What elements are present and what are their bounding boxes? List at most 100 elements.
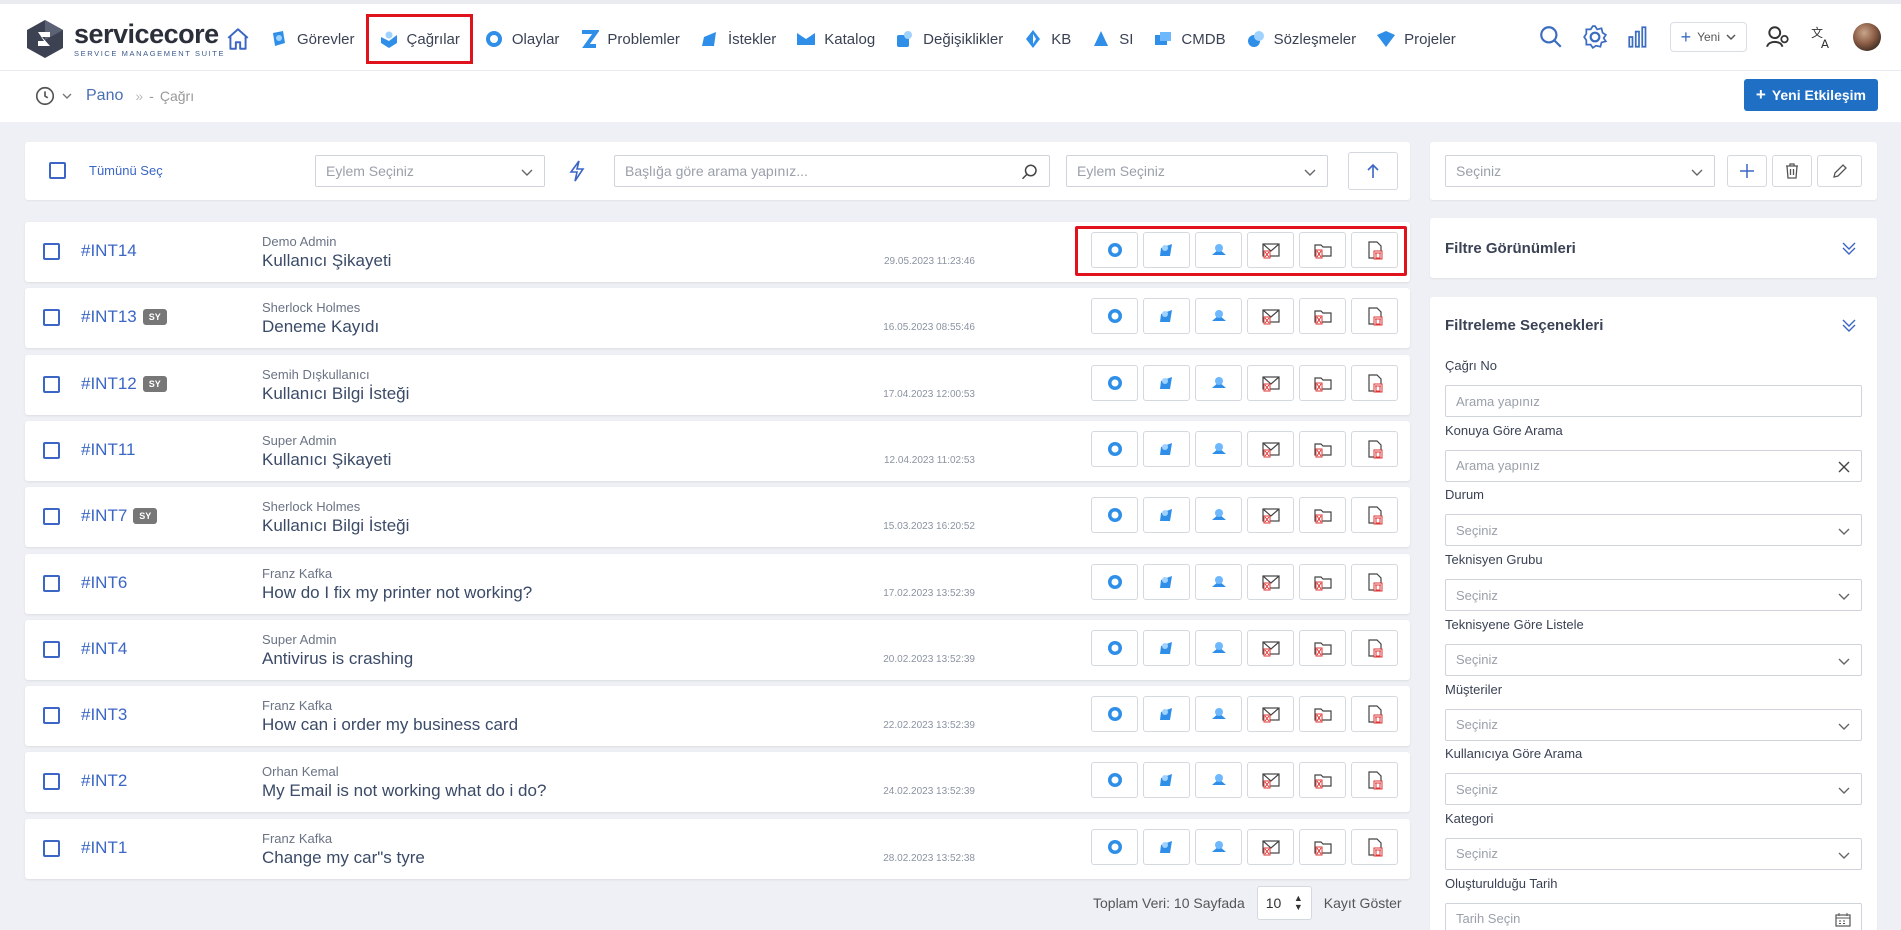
row-checkbox[interactable]	[43, 839, 60, 857]
close-folder-button[interactable]	[1299, 430, 1346, 467]
row-checkbox[interactable]	[43, 640, 60, 658]
request-action-button[interactable]	[1143, 629, 1190, 666]
row-checkbox[interactable]	[43, 309, 60, 327]
task-action-button[interactable]	[1195, 232, 1242, 268]
task-action-button[interactable]	[1195, 629, 1242, 666]
close-mail-button[interactable]	[1247, 629, 1294, 666]
task-action-button[interactable]	[1195, 762, 1242, 799]
reports-chart-icon[interactable]	[1626, 24, 1652, 50]
close-folder-button[interactable]	[1299, 762, 1346, 799]
delete-file-button[interactable]	[1351, 828, 1398, 865]
task-action-button[interactable]	[1195, 828, 1242, 865]
filter-select-field[interactable]: Seçiniz	[1445, 643, 1862, 676]
incident-action-button[interactable]	[1091, 430, 1138, 467]
row-subject[interactable]: Kullanıcı Şikayeti	[262, 251, 391, 271]
row-id-link[interactable]: #INT11	[81, 440, 136, 460]
close-folder-button[interactable]	[1299, 232, 1346, 268]
close-mail-button[interactable]	[1247, 828, 1294, 865]
close-mail-button[interactable]	[1247, 696, 1294, 733]
action-select-secondary[interactable]: Eylem Seçiniz	[1066, 155, 1328, 187]
request-action-button[interactable]	[1143, 696, 1190, 733]
row-id-link[interactable]: #INT12 SY	[81, 374, 167, 394]
view-select[interactable]: Seçiniz	[1445, 155, 1715, 187]
table-row[interactable]: #INT3 Franz Kafka How can i order my bus…	[25, 686, 1410, 747]
incident-action-button[interactable]	[1091, 298, 1138, 335]
delete-file-button[interactable]	[1351, 298, 1398, 335]
task-action-button[interactable]	[1195, 696, 1242, 733]
close-mail-button[interactable]	[1247, 364, 1294, 401]
edit-view-button[interactable]	[1817, 155, 1862, 187]
delete-file-button[interactable]	[1351, 364, 1398, 401]
close-mail-button[interactable]	[1247, 563, 1294, 600]
chevron-down-icon[interactable]	[62, 91, 72, 101]
search-icon[interactable]	[1021, 163, 1039, 181]
row-subject[interactable]: Antivirus is crashing	[262, 649, 413, 669]
nav-sozlesmeler[interactable]: Sözleşmeler	[1236, 22, 1367, 56]
user-search-icon[interactable]	[1765, 24, 1791, 50]
close-mail-button[interactable]	[1247, 298, 1294, 335]
delete-file-button[interactable]	[1351, 497, 1398, 534]
breadcrumb-root[interactable]: Pano	[86, 87, 123, 105]
request-action-button[interactable]	[1143, 828, 1190, 865]
request-action-button[interactable]	[1143, 232, 1190, 268]
row-checkbox[interactable]	[43, 574, 60, 592]
search-input[interactable]: Başlığa göre arama yapınız...	[614, 155, 1050, 187]
double-chevron-down-icon[interactable]	[1841, 317, 1857, 333]
row-id-link[interactable]: #INT4	[81, 639, 127, 659]
row-id-link[interactable]: #INT2	[81, 771, 127, 791]
lightning-icon[interactable]	[569, 160, 585, 182]
delete-file-button[interactable]	[1351, 762, 1398, 799]
task-action-button[interactable]	[1195, 364, 1242, 401]
row-id-link[interactable]: #INT6	[81, 573, 127, 593]
select-all-label[interactable]: Tümünü Seç	[89, 163, 163, 178]
nav-istekler[interactable]: İstekler	[690, 22, 786, 56]
incident-action-button[interactable]	[1091, 563, 1138, 600]
incident-action-button[interactable]	[1091, 364, 1138, 401]
new-dropdown-button[interactable]: + Yeni	[1669, 22, 1747, 52]
filter-select-field[interactable]: Seçiniz	[1445, 514, 1862, 547]
row-id-link[interactable]: #INT1	[81, 838, 127, 858]
table-row[interactable]: #INT12 SY Semih Dışkullanıcı Kullanıcı Bi…	[25, 354, 1410, 415]
sort-button[interactable]	[1348, 152, 1398, 190]
row-id-link[interactable]: #INT7 SY	[81, 506, 158, 526]
request-action-button[interactable]	[1143, 298, 1190, 335]
double-chevron-down-icon[interactable]	[1841, 240, 1857, 256]
request-action-button[interactable]	[1143, 563, 1190, 600]
delete-view-button[interactable]	[1772, 155, 1812, 187]
table-row[interactable]: #INT13 SY Sherlock Holmes Deneme Kayıdı 1…	[25, 288, 1410, 349]
incident-action-button[interactable]	[1091, 497, 1138, 534]
request-action-button[interactable]	[1143, 364, 1190, 401]
incident-action-button[interactable]	[1091, 762, 1138, 799]
delete-file-button[interactable]	[1351, 563, 1398, 600]
home-icon[interactable]	[225, 26, 251, 52]
delete-file-button[interactable]	[1351, 232, 1398, 268]
nav-si[interactable]: SI	[1081, 22, 1143, 56]
avatar[interactable]	[1853, 23, 1881, 51]
close-folder-button[interactable]	[1299, 364, 1346, 401]
row-subject[interactable]: How do I fix my printer not working?	[262, 583, 532, 603]
table-row[interactable]: #INT14 Demo Admin Kullanıcı Şikayeti 29.…	[25, 222, 1410, 282]
delete-file-button[interactable]	[1351, 629, 1398, 666]
nav-olaylar[interactable]: Olaylar	[474, 22, 570, 56]
select-all-checkbox[interactable]	[49, 162, 66, 179]
incident-action-button[interactable]	[1091, 696, 1138, 733]
request-action-button[interactable]	[1143, 762, 1190, 799]
close-folder-button[interactable]	[1299, 497, 1346, 534]
request-action-button[interactable]	[1143, 430, 1190, 467]
table-row[interactable]: #INT2 Orhan Kemal My Email is not workin…	[25, 752, 1410, 813]
action-select[interactable]: Eylem Seçiniz	[315, 155, 545, 187]
nav-projeler[interactable]: Projeler	[1366, 22, 1466, 56]
row-checkbox[interactable]	[43, 375, 60, 393]
nav-problemler[interactable]: Problemler	[569, 22, 690, 56]
row-checkbox[interactable]	[43, 243, 60, 260]
close-folder-button[interactable]	[1299, 828, 1346, 865]
nav-degisiklikler[interactable]: Değişiklikler	[885, 22, 1013, 56]
close-folder-button[interactable]	[1299, 696, 1346, 733]
incident-action-button[interactable]	[1091, 828, 1138, 865]
table-row[interactable]: #INT1 Franz Kafka Change my car"s tyre 2…	[25, 818, 1410, 879]
filter-clear-field[interactable]: Arama yapınız	[1445, 449, 1862, 482]
row-subject[interactable]: Change my car"s tyre	[262, 848, 425, 868]
close-mail-button[interactable]	[1247, 497, 1294, 534]
add-view-button[interactable]	[1727, 155, 1767, 187]
filter-views-panel[interactable]: Filtre Görünümleri	[1430, 218, 1877, 278]
